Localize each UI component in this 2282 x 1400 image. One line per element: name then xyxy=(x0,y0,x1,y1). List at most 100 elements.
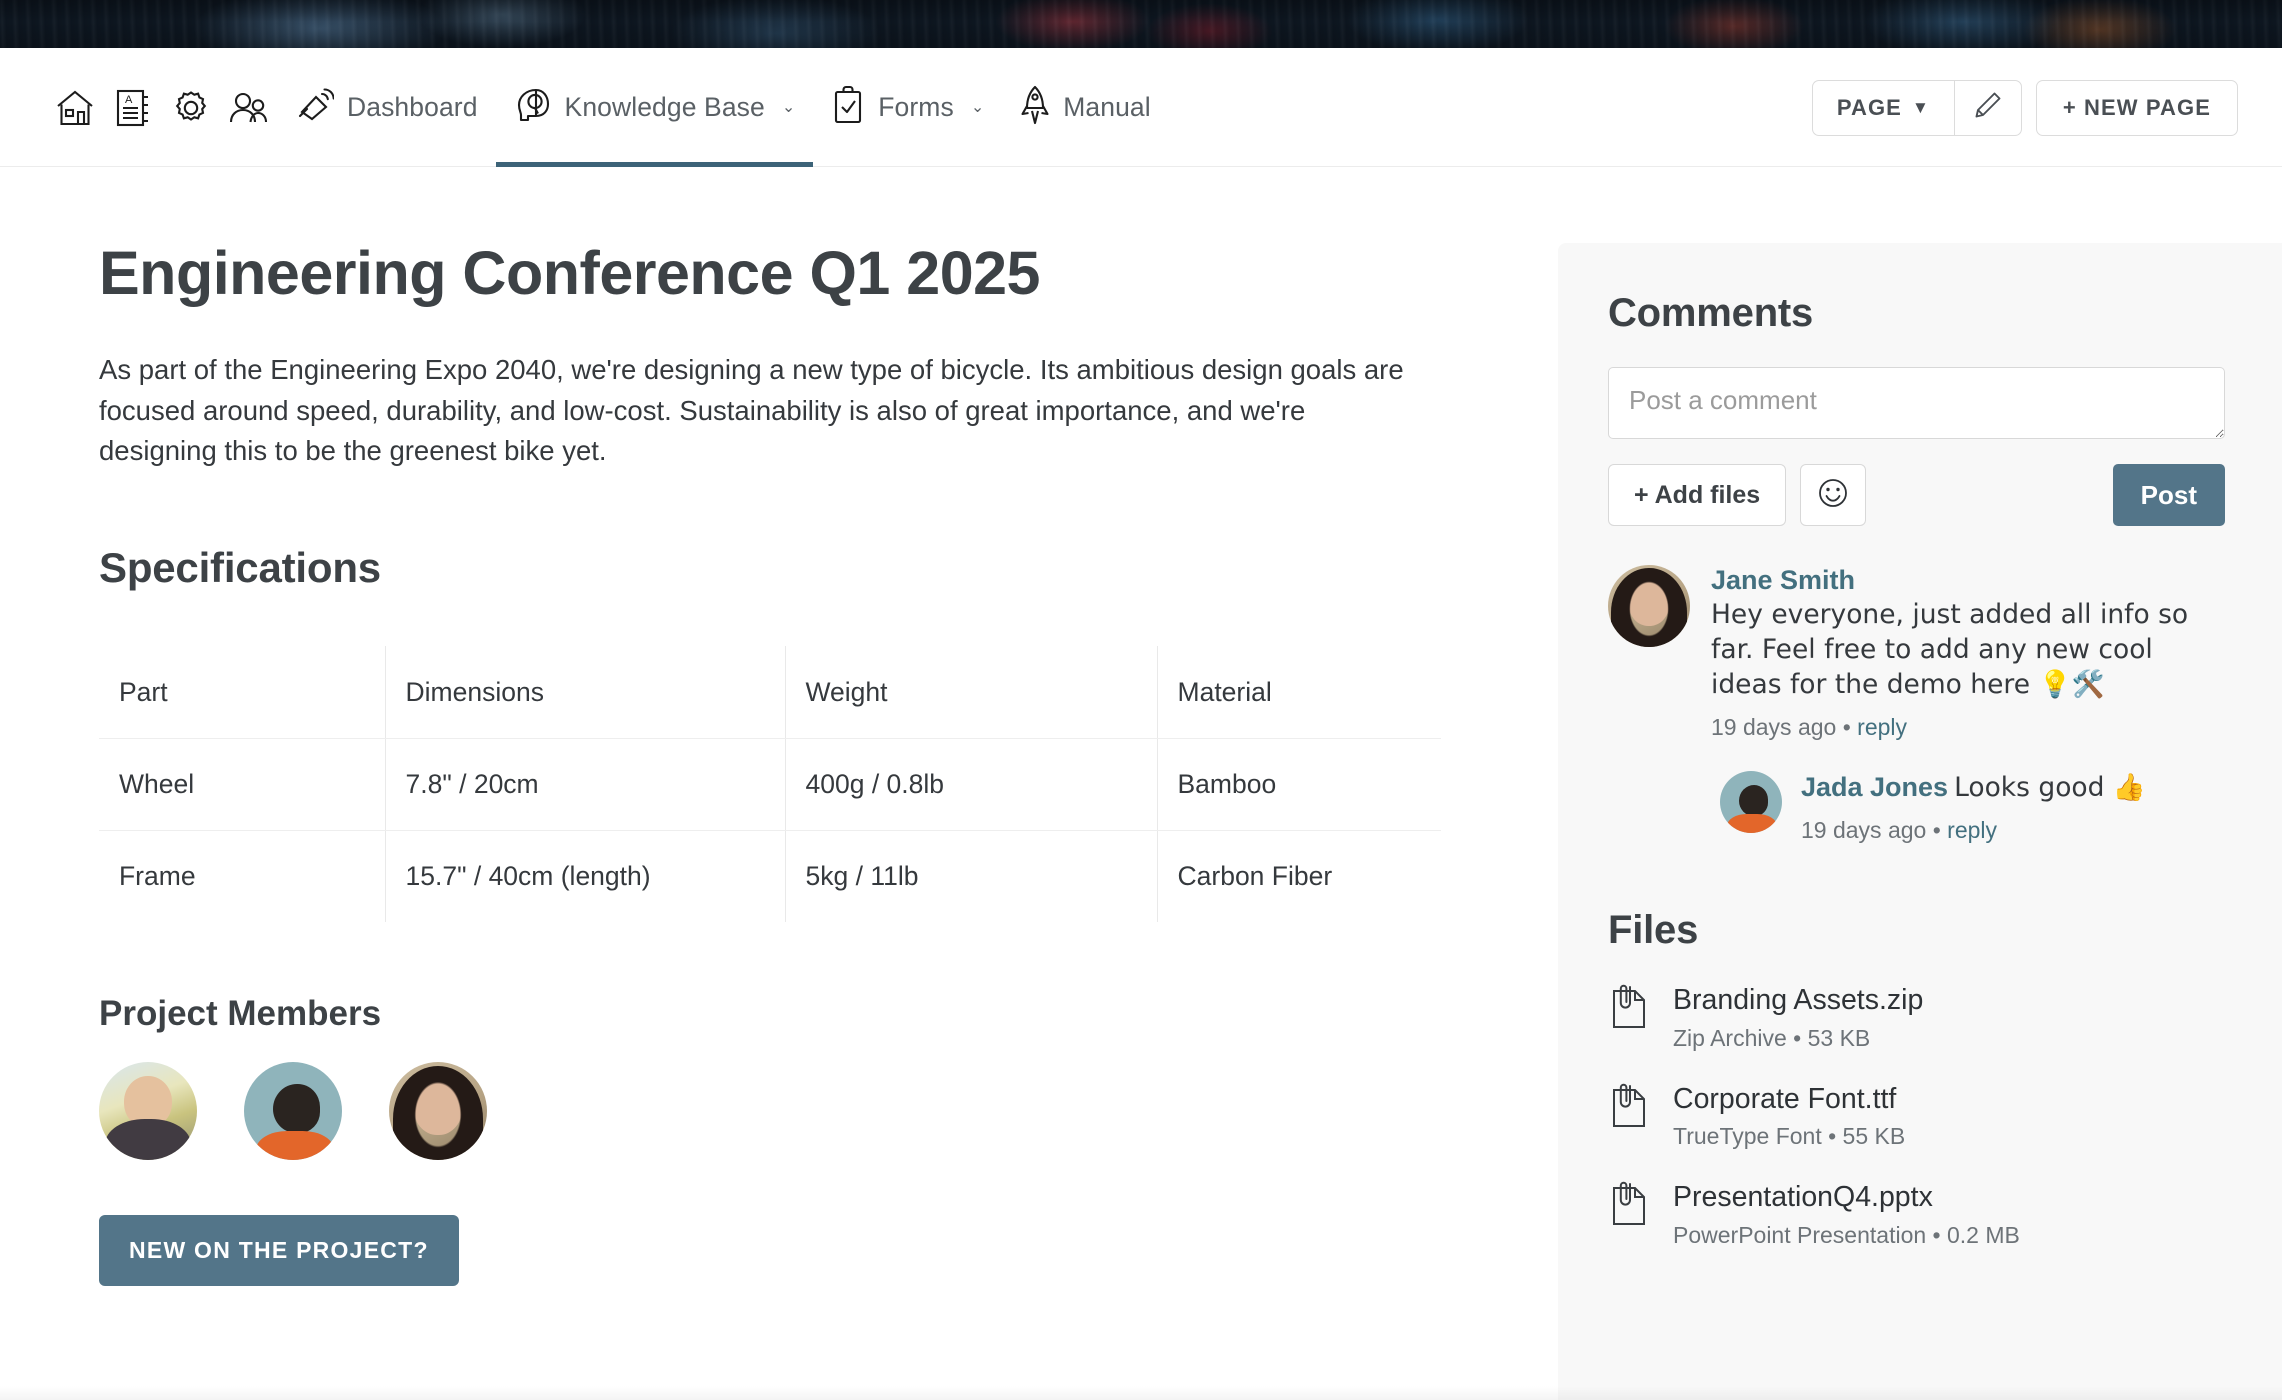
intro-paragraph: As part of the Engineering Expo 2040, we… xyxy=(99,354,1404,466)
table-cell: Wheel xyxy=(99,738,386,831)
file-text: PresentationQ4.pptx PowerPoint Presentat… xyxy=(1673,1179,2020,1249)
table-header-row: Part Dimensions Weight Material xyxy=(99,646,1441,739)
top-navigation-bar: A Dashboard Knowledge Base ⌄ Forms ⌄ Man… xyxy=(0,48,2282,167)
nav-item-forms-label: Forms xyxy=(878,92,954,122)
member-avatar-2[interactable] xyxy=(244,1062,342,1161)
clipboard-check-icon xyxy=(831,85,865,130)
member-avatar-1[interactable] xyxy=(99,1062,197,1161)
table-header-cell: Part xyxy=(99,646,386,739)
member-avatar-3[interactable] xyxy=(389,1062,487,1161)
table-header-cell: Dimensions xyxy=(385,646,786,739)
comment-timestamp: 19 days ago xyxy=(1711,713,1837,740)
comment-author-avatar[interactable] xyxy=(1608,565,1690,647)
meta-separator: • xyxy=(1842,713,1851,740)
comment-body: Jane Smith Hey everyone, just added all … xyxy=(1711,565,2225,741)
table-cell: Carbon Fiber xyxy=(1177,861,1333,892)
files-heading: Files xyxy=(1608,907,1699,952)
nav-right-group: PAGE ▼ + NEW PAGE xyxy=(1811,48,2282,167)
paperclip-file-icon xyxy=(1608,982,1650,1039)
meta-separator: • xyxy=(1932,816,1941,843)
main-content-column: Engineering Conference Q1 2025 As part o… xyxy=(0,168,1520,1400)
comment-meta: 19 days ago • reply xyxy=(1711,714,2225,741)
nav-item-knowledge-base[interactable]: Knowledge Base ⌄ xyxy=(495,48,814,167)
reply-text: Looks good 👍 xyxy=(1954,771,2146,803)
nav-item-forms[interactable]: Forms ⌄ xyxy=(813,48,1002,167)
table-row: Wheel 7.8" / 20cm 400g / 0.8lb Bamboo xyxy=(99,738,1441,831)
table-cell: Frame xyxy=(99,830,386,923)
brain-head-icon xyxy=(514,85,552,130)
table-cell: 7.8" / 20cm xyxy=(385,738,786,831)
nav-item-dashboard-label: Dashboard xyxy=(347,92,478,122)
gear-icon[interactable] xyxy=(162,48,220,167)
file-meta: TrueType Font • 55 KB xyxy=(1673,1123,1906,1150)
pencil-icon xyxy=(1973,90,2003,125)
project-members-heading: Project Members xyxy=(99,994,382,1034)
table-header-cell: Material xyxy=(1157,646,1441,739)
new-page-button[interactable]: + NEW PAGE xyxy=(2035,79,2238,136)
file-item[interactable]: Corporate Font.ttf TrueType Font • 55 KB xyxy=(1608,1081,2225,1151)
rocket-icon xyxy=(1020,84,1050,131)
specifications-table: Part Dimensions Weight Material Wheel 7.… xyxy=(99,646,1441,923)
project-members-avatars xyxy=(99,1062,1520,1161)
comment-text: Hey everyone, just added all info so far… xyxy=(1711,599,2189,700)
caret-down-icon: ▼ xyxy=(1911,97,1930,117)
edit-page-button[interactable] xyxy=(1953,79,2022,136)
nav-item-manual[interactable]: Manual xyxy=(1002,48,1169,167)
svg-text:A: A xyxy=(125,94,133,106)
page-dropdown-button[interactable]: PAGE ▼ xyxy=(1811,79,1954,136)
file-meta: PowerPoint Presentation • 0.2 MB xyxy=(1673,1221,2020,1248)
comment-reply-link[interactable]: reply xyxy=(1857,714,1907,740)
banner-vignette xyxy=(0,0,2282,48)
add-files-button[interactable]: + Add files xyxy=(1608,464,1787,526)
reply-meta: 19 days ago • reply xyxy=(1801,817,2225,844)
page-button-group: PAGE ▼ xyxy=(1811,79,2022,136)
reply-author-name[interactable]: Jada Jones xyxy=(1801,772,1948,802)
file-item[interactable]: Branding Assets.zip Zip Archive • 53 KB xyxy=(1608,982,2225,1052)
file-text: Corporate Font.ttf TrueType Font • 55 KB xyxy=(1673,1081,1905,1151)
comment-actions: + Add files Post xyxy=(1608,464,2225,526)
file-text: Branding Assets.zip Zip Archive • 53 KB xyxy=(1673,982,1923,1052)
table-cell: 400g / 0.8lb xyxy=(785,738,1158,831)
file-meta: Zip Archive • 53 KB xyxy=(1673,1024,1871,1051)
chevron-down-icon[interactable]: ⌄ xyxy=(971,99,984,116)
header-banner-image xyxy=(0,0,2282,48)
file-name: Branding Assets.zip xyxy=(1673,983,1924,1016)
table-cell: Bamboo xyxy=(1157,738,1441,831)
file-item[interactable]: PresentationQ4.pptx PowerPoint Presentat… xyxy=(1608,1179,2225,1249)
chevron-down-icon[interactable]: ⌄ xyxy=(782,99,795,116)
emoji-picker-button[interactable] xyxy=(1800,464,1867,526)
paperclip-file-icon xyxy=(1608,1179,1650,1236)
nav-item-manual-label: Manual xyxy=(1063,92,1151,122)
comment-author-name[interactable]: Jane Smith xyxy=(1711,565,2225,596)
right-sidebar: Comments + Add files Post Jane Smith xyxy=(1558,243,2282,1400)
users-icon[interactable] xyxy=(220,48,278,167)
nav-item-dashboard[interactable]: Dashboard xyxy=(278,48,496,167)
reply-line: Jada Jones Looks good 👍 xyxy=(1801,771,2225,806)
reply-timestamp: 19 days ago xyxy=(1801,816,1927,843)
comment-item: Jane Smith Hey everyone, just added all … xyxy=(1608,565,2225,741)
page-dropdown-label: PAGE xyxy=(1836,94,1902,120)
reply-reply-link[interactable]: reply xyxy=(1947,817,1997,843)
notebook-icon[interactable]: A xyxy=(104,48,162,167)
nav-item-knowledge-base-label: Knowledge Base xyxy=(564,92,765,122)
page-body: Engineering Conference Q1 2025 As part o… xyxy=(0,168,2282,1400)
paperclip-file-icon xyxy=(1608,1081,1650,1138)
table-row: Frame 15.7" / 40cm (length) 5kg / 11lb C… xyxy=(99,830,1441,923)
table-cell: 15.7" / 40cm (length) xyxy=(385,830,786,923)
page-title: Engineering Conference Q1 2025 xyxy=(99,239,1040,307)
reply-author-avatar[interactable] xyxy=(1720,770,1782,833)
file-name: PresentationQ4.pptx xyxy=(1673,1181,1933,1214)
home-icon[interactable] xyxy=(46,48,104,167)
reply-body: Jada Jones Looks good 👍 19 days ago • rep… xyxy=(1801,771,2225,844)
smiley-face-icon xyxy=(1816,476,1850,515)
post-comment-button[interactable]: Post xyxy=(2112,464,2225,526)
new-on-the-project-button[interactable]: NEW ON THE PROJECT? xyxy=(99,1215,459,1287)
comments-heading: Comments xyxy=(1608,291,1814,335)
table-cell: 5kg / 11lb xyxy=(785,830,1158,923)
comment-reply-item: Jada Jones Looks good 👍 19 days ago • rep… xyxy=(1720,770,2225,844)
nav-left-group: A Dashboard Knowledge Base ⌄ Forms ⌄ Man… xyxy=(0,48,1169,167)
comment-input[interactable] xyxy=(1608,367,2225,439)
megaphone-icon xyxy=(296,86,335,129)
file-name: Corporate Font.ttf xyxy=(1673,1082,1897,1115)
specifications-heading: Specifications xyxy=(99,544,381,592)
